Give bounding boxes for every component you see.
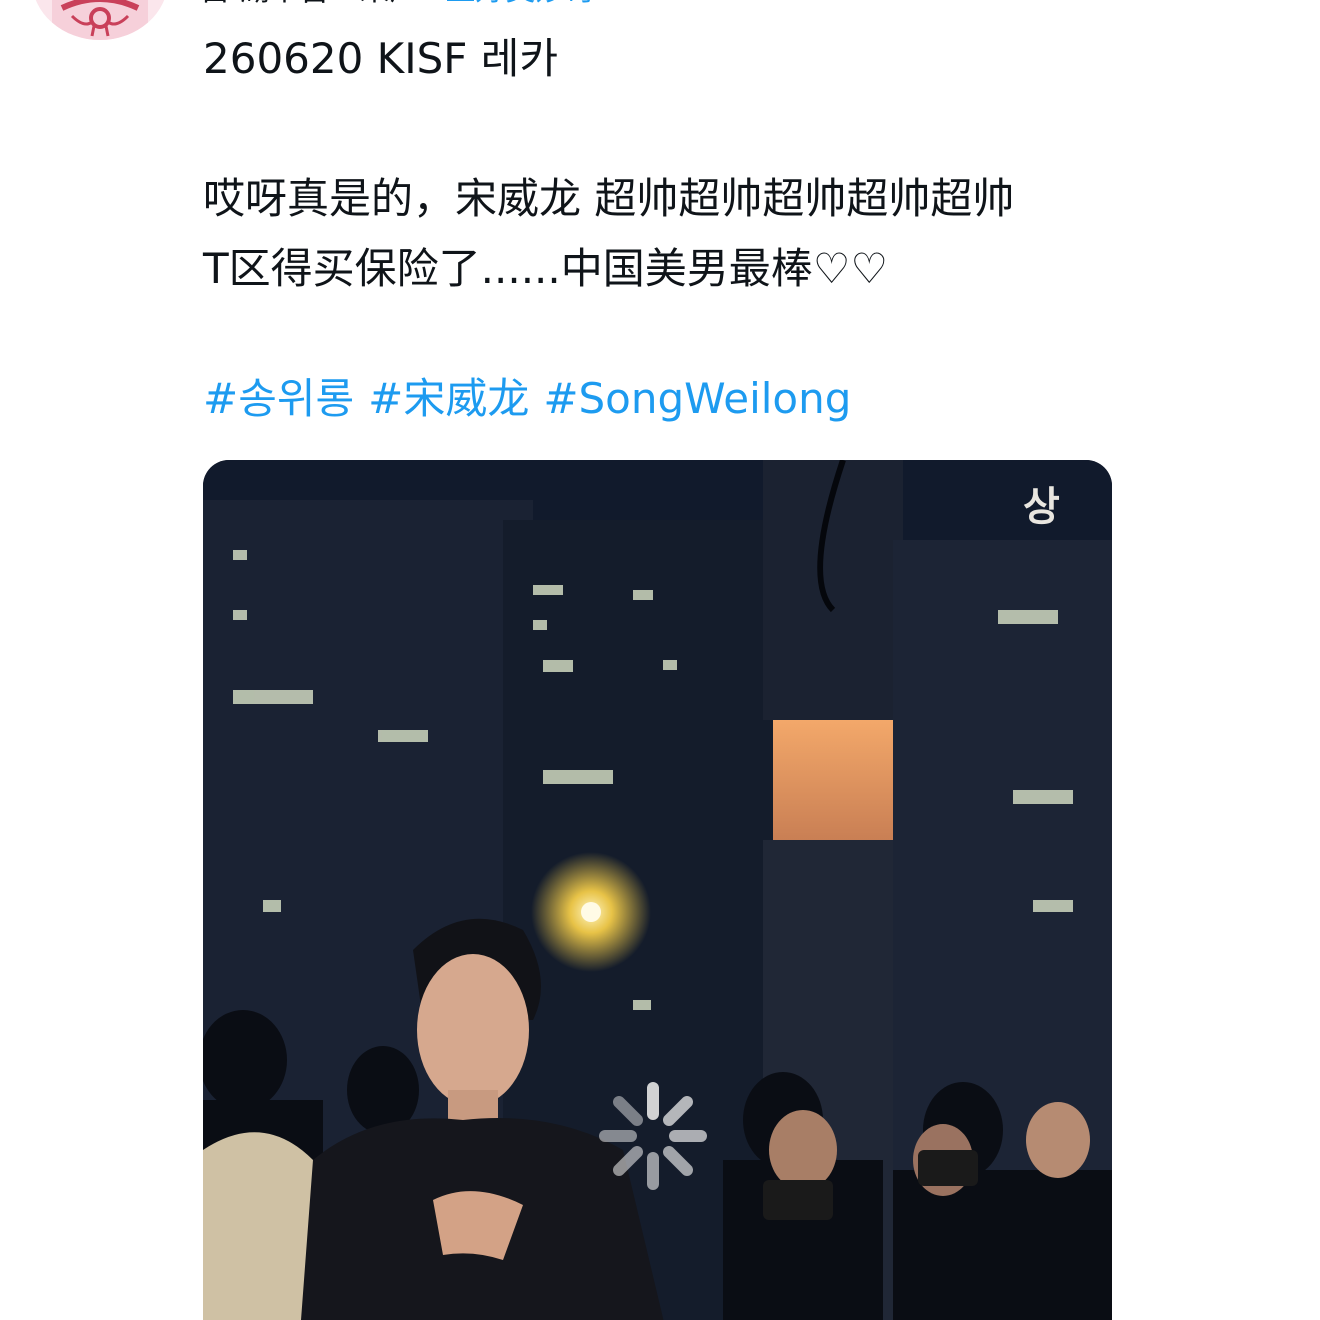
hashtag-link[interactable]: #송위롱 — [203, 364, 354, 434]
hashtag-link[interactable]: #宋威龙 — [368, 364, 529, 434]
tweet-text-line: 哎呀真是的，宋威龙 超帅超帅超帅超帅超帅 — [203, 174, 1015, 223]
hashtag-link[interactable]: #SongWeilong — [543, 364, 851, 434]
avatar[interactable] — [32, 0, 168, 40]
tweet-text: 260620 KISF 레카 哎呀真是的，宋威龙 超帅超帅超帅超帅超帅 T区得买… — [203, 24, 1203, 304]
tweet-text-line: T区得买保险了......中国美男最棒♡♡ — [203, 244, 889, 293]
tweet-view: 自·湖华吉一来厂 上好美妙奇 260620 KISF 레카 哎呀真是的，宋威龙 … — [0, 0, 1320, 1320]
hashtag-list: #송위롱 #宋威龙 #SongWeilong — [203, 364, 851, 434]
building-sign: 상 — [1023, 484, 1060, 530]
tweet-header: 自·湖华吉一来厂 上好美妙奇 — [200, 0, 596, 8]
author-handle[interactable]: 上好美妙奇 — [446, 0, 596, 8]
tweet-text-line: 260620 KISF 레카 — [203, 34, 559, 83]
tweet-media[interactable]: 상 — [203, 460, 1112, 1320]
avatar-image — [32, 0, 168, 40]
media-photo: 상 — [203, 460, 1112, 1320]
author-name[interactable]: 自·湖华吉一来厂 — [200, 0, 420, 8]
